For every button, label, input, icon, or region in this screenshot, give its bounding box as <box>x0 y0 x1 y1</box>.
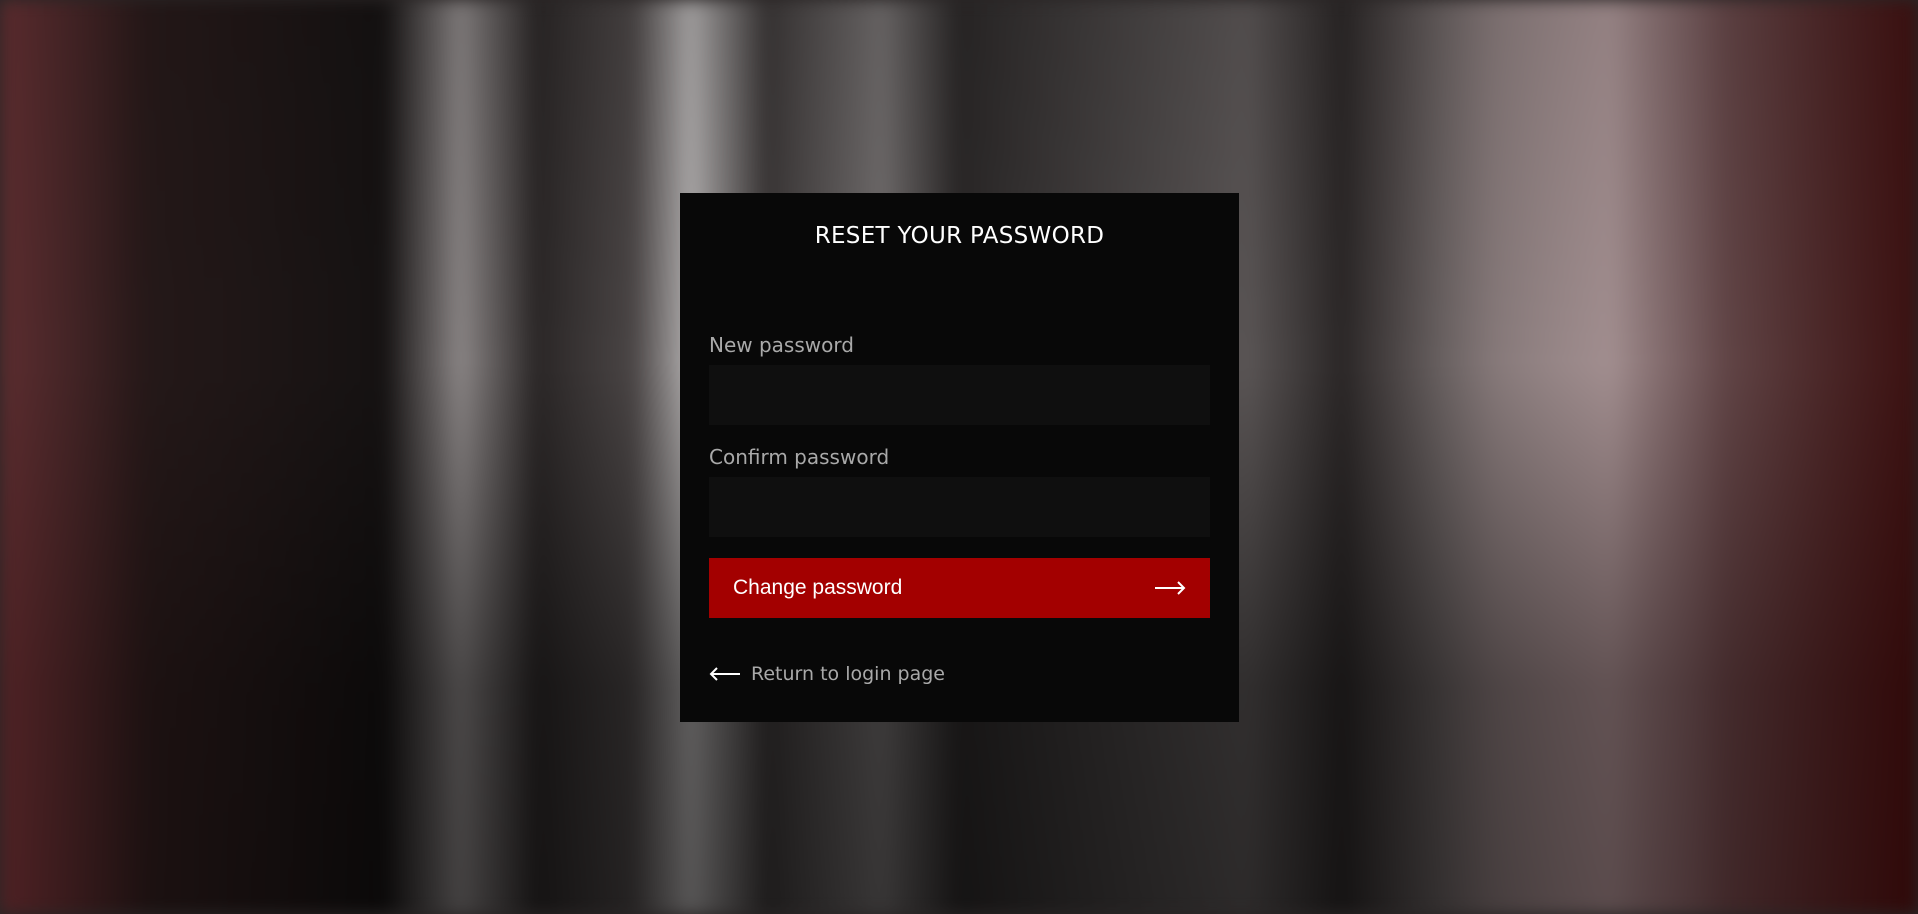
new-password-input[interactable] <box>709 365 1210 425</box>
confirm-password-label: Confirm password <box>709 445 890 469</box>
arrow-left-icon <box>709 667 740 681</box>
new-password-label: New password <box>709 333 854 357</box>
return-to-login-link[interactable]: Return to login page <box>709 663 945 685</box>
return-to-login-label: Return to login page <box>751 663 945 685</box>
arrow-right-icon <box>1155 581 1186 595</box>
reset-password-card: RESET YOUR PASSWORD New password Confirm… <box>680 193 1239 722</box>
change-password-label: Change password <box>733 576 903 599</box>
change-password-button[interactable]: Change password <box>709 558 1210 618</box>
page-title: RESET YOUR PASSWORD <box>814 223 1105 249</box>
confirm-password-input[interactable] <box>709 477 1210 537</box>
